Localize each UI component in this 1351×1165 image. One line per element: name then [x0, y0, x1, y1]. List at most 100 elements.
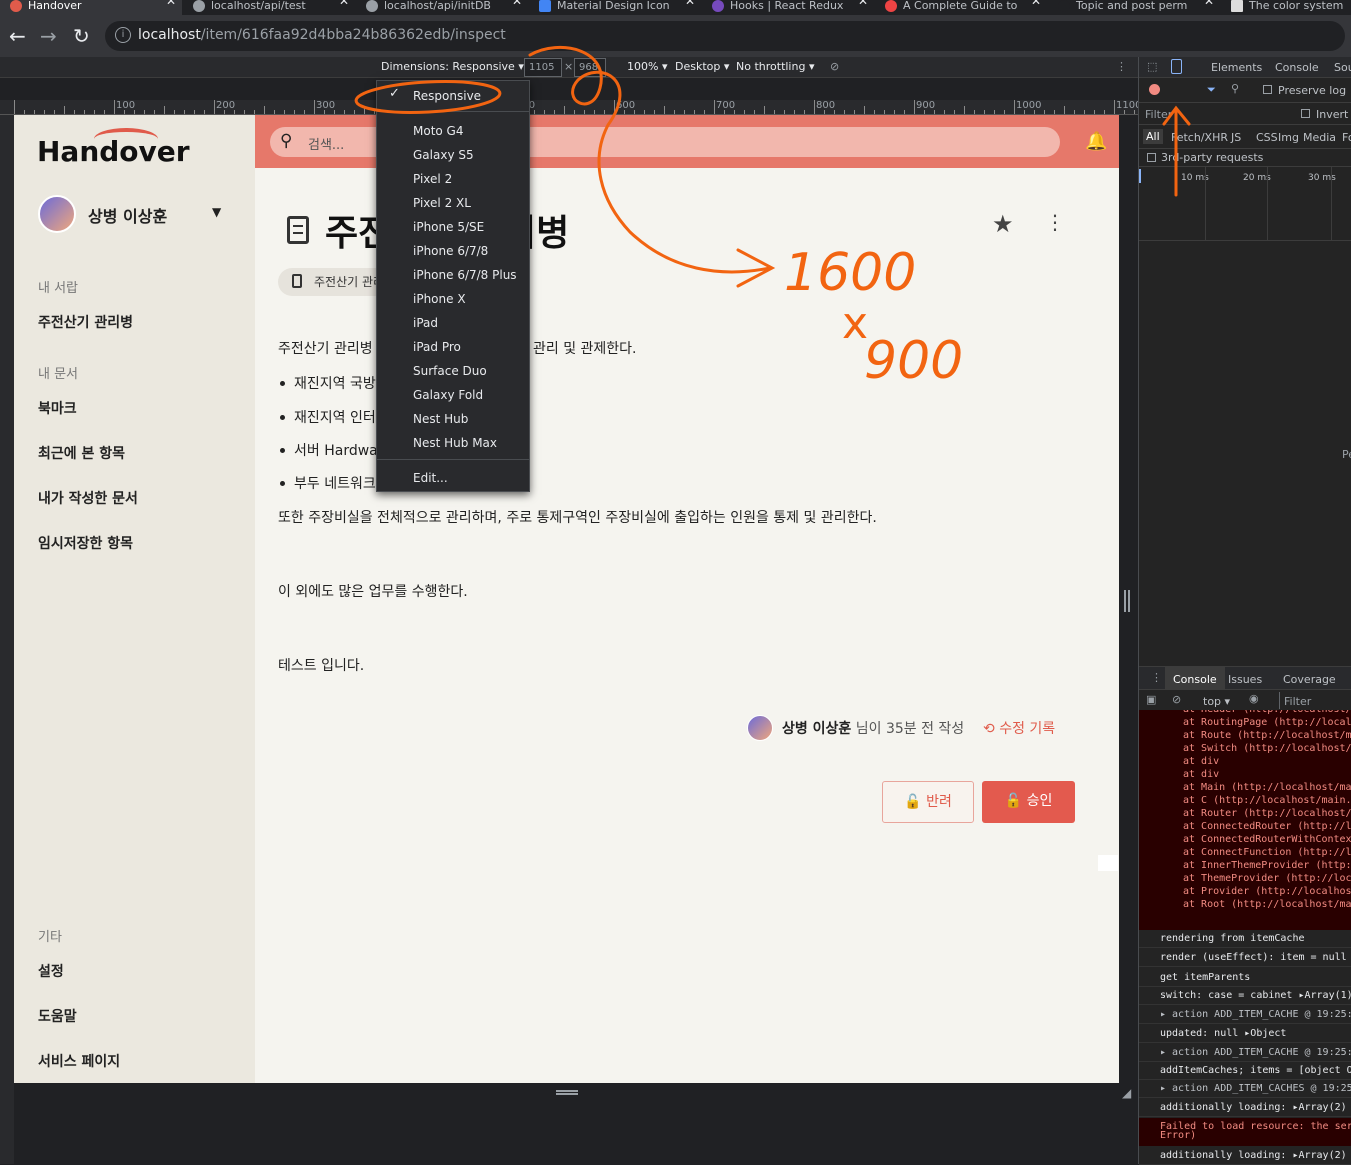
- url-field[interactable]: i localhost/item/616faa92d4bba24b86362ed…: [105, 21, 1345, 51]
- tab-handover[interactable]: Handover ✕: [0, 0, 182, 15]
- device-toggle-icon[interactable]: [1171, 59, 1182, 74]
- tab-api-test[interactable]: localhost/api/test ✕: [183, 0, 355, 15]
- console-filter-input[interactable]: Filter: [1279, 692, 1351, 709]
- avatar[interactable]: [38, 195, 76, 233]
- more-vert-icon[interactable]: ⋮: [1045, 210, 1065, 234]
- console-log-line[interactable]: updated: null ▸Object: [1139, 1025, 1351, 1043]
- close-tab-icon[interactable]: ✕: [858, 0, 868, 7]
- console-log-line[interactable]: additionally loading: ▸Array(2): [1139, 1147, 1351, 1165]
- menu-item-device[interactable]: iPad Pro: [413, 340, 461, 354]
- sidebar-toggle-icon[interactable]: ▣: [1146, 693, 1156, 706]
- reject-button[interactable]: 🔓 반려: [882, 781, 974, 823]
- menu-item-device[interactable]: Pixel 2 XL: [413, 196, 471, 210]
- resource-type-filter[interactable]: Fo: [1342, 131, 1351, 144]
- drawer-tab-coverage[interactable]: Coverage: [1283, 673, 1336, 686]
- stack-trace-line[interactable]: at Header (http://localhost/: [1183, 710, 1351, 715]
- menu-item-device[interactable]: Moto G4: [413, 124, 464, 138]
- eye-icon[interactable]: ◉: [1249, 692, 1259, 705]
- close-tab-icon[interactable]: ✕: [1204, 0, 1214, 7]
- resize-handle-bottom[interactable]: [556, 1090, 578, 1095]
- invert-checkbox[interactable]: [1301, 109, 1310, 118]
- stack-trace-line[interactable]: at C (http://localhost/main.: [1183, 795, 1351, 806]
- tab-react-redux[interactable]: Hooks | React Redux ✕: [702, 0, 874, 15]
- resize-corner-icon[interactable]: ◢: [1122, 1086, 1131, 1100]
- search-icon[interactable]: ⚲: [1231, 82, 1239, 95]
- stack-trace-line[interactable]: at Router (http://localhost/: [1183, 808, 1351, 819]
- menu-item-device[interactable]: Galaxy S5: [413, 148, 474, 162]
- approve-button[interactable]: 🔓 승인: [982, 781, 1075, 823]
- menu-item-device[interactable]: Nest Hub Max: [413, 436, 497, 450]
- console-log-line[interactable]: ▸ action ADD_ITEM_CACHE @ 19:25:1: [1139, 1044, 1351, 1062]
- user-name[interactable]: 상병 이상훈: [88, 203, 167, 227]
- console-log-line[interactable]: additionally loading: ▸Array(2): [1139, 1099, 1351, 1117]
- stack-trace-line[interactable]: at ConnectedRouter (http://l: [1183, 821, 1351, 832]
- app-logo[interactable]: Handover: [37, 135, 190, 168]
- sidebar-item-my-docs[interactable]: 내가 작성한 문서: [38, 488, 138, 508]
- context-select[interactable]: top ▾: [1203, 695, 1230, 708]
- sidebar-item-cabinet[interactable]: 주전산기 관리병: [38, 312, 133, 332]
- sidebar-item-drafts[interactable]: 임시저장한 항목: [38, 533, 133, 553]
- user-menu-arrow-icon[interactable]: ▼: [212, 205, 221, 219]
- edit-history-link[interactable]: ⟲ 수정 기록: [983, 718, 1055, 738]
- resource-type-filter[interactable]: Media: [1303, 131, 1336, 144]
- tab-topic-perm[interactable]: Topic and post perm ✕: [1048, 0, 1220, 15]
- zoom-select[interactable]: 100% ▾: [627, 60, 667, 73]
- console-log-line[interactable]: switch: case = cabinet ▸Array(1): [1139, 987, 1351, 1005]
- console-log-line[interactable]: addItemCaches; items = [object O: [1139, 1062, 1351, 1080]
- tab-color-system[interactable]: The color system: [1221, 0, 1351, 15]
- console-log-line[interactable]: ▸ action ADD_ITEM_CACHE @ 19:25:1: [1139, 1006, 1351, 1024]
- menu-item-device[interactable]: iPad: [413, 316, 438, 330]
- close-tab-icon[interactable]: ✕: [512, 0, 522, 7]
- tab-elements[interactable]: Elements: [1211, 61, 1262, 74]
- sidebar-item-service-page[interactable]: 서비스 페이지: [38, 1051, 120, 1071]
- menu-item-device[interactable]: iPhone 6/7/8: [413, 244, 488, 258]
- network-filter-input[interactable]: Filter: [1145, 108, 1172, 121]
- stack-trace-line[interactable]: at ThemeProvider (http://loc: [1183, 873, 1351, 884]
- third-party-checkbox[interactable]: [1147, 153, 1156, 162]
- back-icon[interactable]: ←: [9, 24, 26, 48]
- star-icon[interactable]: ★: [992, 210, 1014, 238]
- stack-trace-line[interactable]: at Main (http://localhost/ma: [1183, 782, 1351, 793]
- close-tab-icon[interactable]: ✕: [1031, 0, 1041, 7]
- stack-trace-line[interactable]: at div: [1183, 756, 1219, 767]
- forward-icon[interactable]: →: [40, 24, 57, 48]
- stack-trace-line[interactable]: at ConnectedRouterWithContex: [1183, 834, 1351, 845]
- site-info-icon[interactable]: i: [115, 27, 131, 43]
- reload-icon[interactable]: ↻: [73, 24, 90, 48]
- resource-type-filter[interactable]: All: [1143, 129, 1163, 144]
- tab-api-initdb[interactable]: localhost/api/initDB ✕: [356, 0, 528, 15]
- menu-item-device[interactable]: Surface Duo: [413, 364, 487, 378]
- tab-sources[interactable]: Sou: [1334, 61, 1351, 74]
- console-log-line[interactable]: Error): [1139, 1130, 1351, 1146]
- menu-item-device[interactable]: iPhone X: [413, 292, 466, 306]
- device-type-select[interactable]: Desktop ▾: [675, 60, 729, 73]
- height-input[interactable]: 968: [574, 58, 606, 77]
- notification-bell-icon[interactable]: 🔔: [1085, 131, 1107, 152]
- record-icon[interactable]: [1149, 84, 1160, 95]
- console-log-line[interactable]: get itemParents: [1139, 969, 1351, 987]
- drawer-tab-issues[interactable]: Issues: [1228, 673, 1262, 686]
- console-log-line[interactable]: rendering from itemCache: [1139, 930, 1351, 948]
- menu-item-device[interactable]: Galaxy Fold: [413, 388, 483, 402]
- clear-console-icon[interactable]: ⊘: [1172, 693, 1181, 706]
- close-tab-icon[interactable]: ✕: [339, 0, 349, 7]
- width-input[interactable]: 1105: [524, 58, 562, 77]
- throttling-select[interactable]: No throttling ▾: [736, 60, 814, 73]
- resize-handle-right[interactable]: [1124, 590, 1130, 612]
- console-log-line[interactable]: render (useEffect): item = null: [1139, 949, 1351, 967]
- console-log-line[interactable]: ▸ action ADD_ITEM_CACHES @ 19:25:: [1139, 1080, 1351, 1098]
- resource-type-filter[interactable]: Fetch/XHR: [1171, 131, 1228, 144]
- sidebar-item-settings[interactable]: 설정: [38, 961, 64, 981]
- more-options-icon[interactable]: ⋮: [1116, 60, 1127, 73]
- drawer-menu-icon[interactable]: ⋮: [1151, 671, 1162, 684]
- stack-trace-line[interactable]: at Route (http://localhost/ma: [1183, 730, 1351, 741]
- menu-item-responsive[interactable]: Responsive: [413, 89, 481, 103]
- preserve-log-checkbox[interactable]: [1263, 85, 1272, 94]
- stack-trace-line[interactable]: at Provider (http://localhost: [1183, 886, 1351, 897]
- stack-trace-line[interactable]: at Switch (http://localhost/: [1183, 743, 1351, 754]
- menu-item-device[interactable]: Nest Hub: [413, 412, 468, 426]
- stack-trace-line[interactable]: at InnerThemeProvider (http:: [1183, 860, 1351, 871]
- stack-trace-line[interactable]: at div: [1183, 769, 1219, 780]
- close-tab-icon[interactable]: ✕: [166, 0, 176, 7]
- dimensions-select[interactable]: Dimensions: Responsive ▾: [381, 60, 524, 73]
